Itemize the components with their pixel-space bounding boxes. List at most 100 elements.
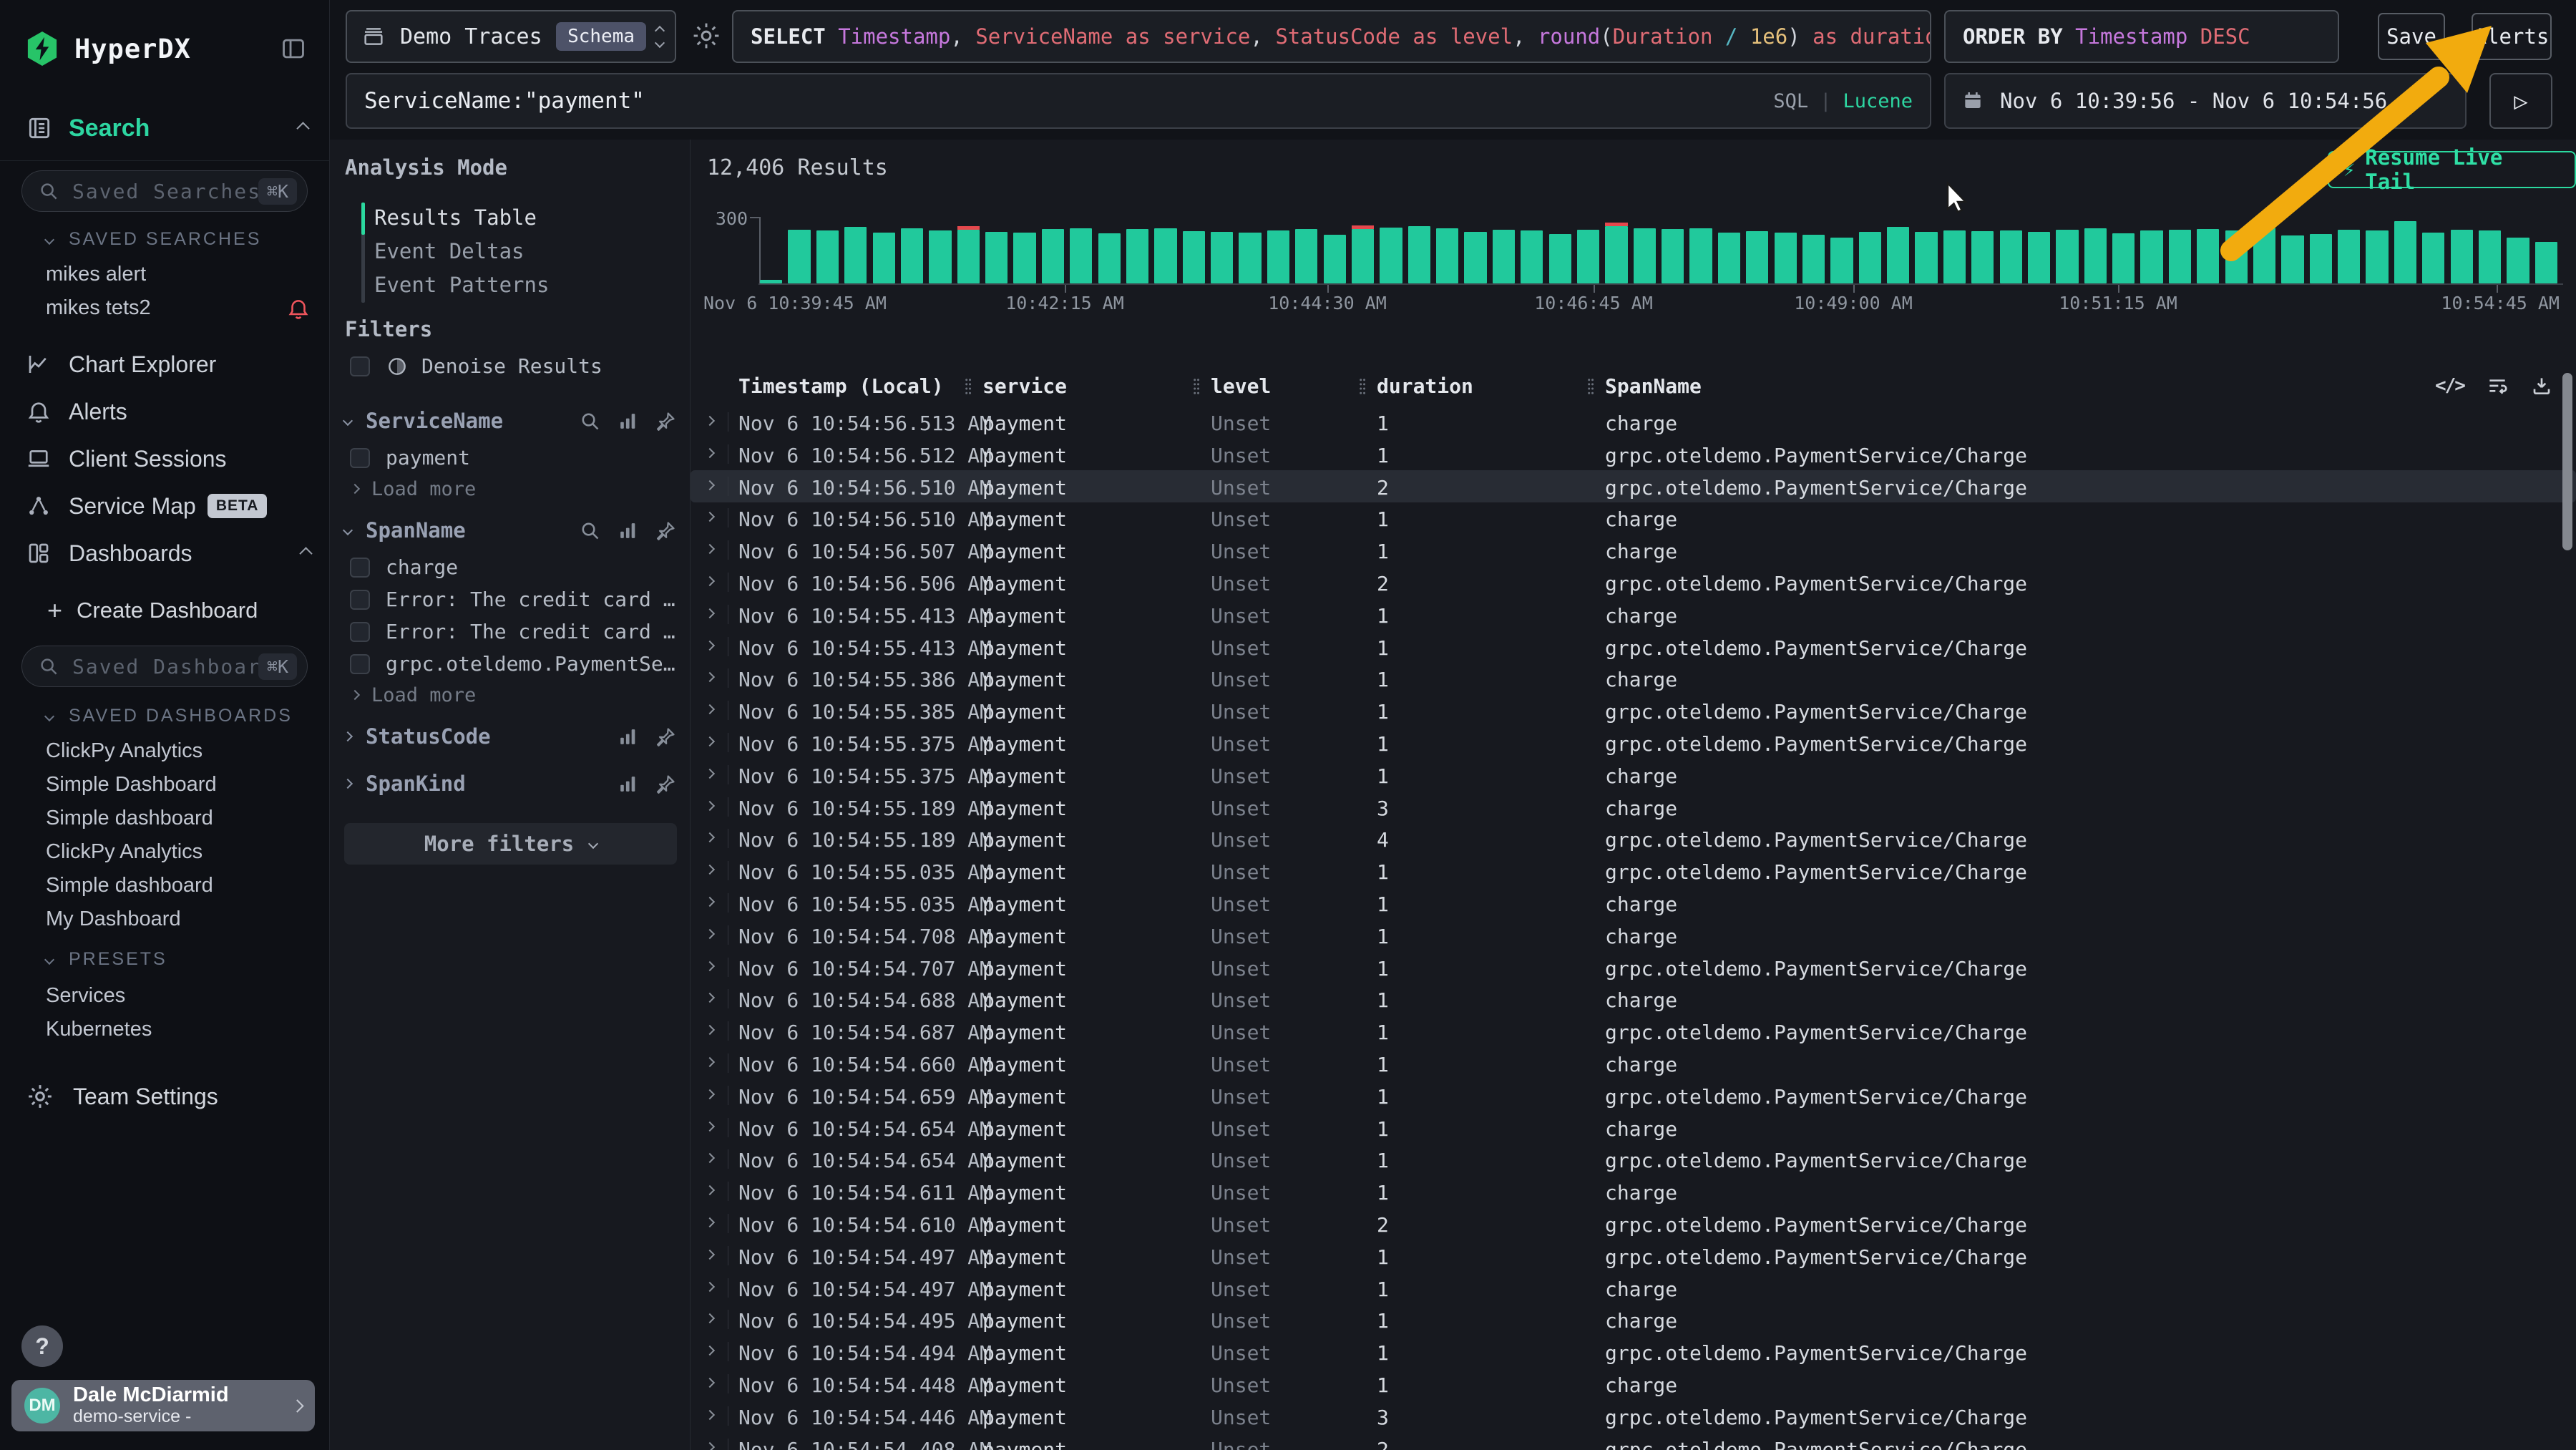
sidebar-saved-dashboard-item[interactable]: Simple Dashboard — [46, 768, 311, 802]
vertical-scrollbar[interactable] — [2562, 373, 2572, 550]
sidebar-saved-dashboard-item[interactable]: Simple dashboard — [46, 802, 311, 835]
filter-checkbox-item[interactable]: Error: The credit card … — [350, 615, 677, 648]
chart-bar[interactable] — [1042, 229, 1064, 283]
chart-bar[interactable] — [2084, 228, 2107, 283]
expand-row-icon[interactable] — [705, 672, 715, 682]
table-row[interactable]: Nov 6 10:54:55.189 AMpaymentUnset4grpc.o… — [691, 822, 2576, 855]
chart-bar[interactable] — [985, 232, 1008, 283]
source-settings-gear-icon[interactable] — [691, 20, 722, 52]
expand-row-icon[interactable] — [705, 641, 715, 651]
expand-row-icon[interactable] — [705, 1025, 715, 1035]
chart-bar[interactable] — [1183, 231, 1205, 283]
chart-bar[interactable] — [873, 233, 895, 283]
chart-bar[interactable] — [1324, 235, 1346, 283]
chart-bar[interactable] — [957, 230, 980, 283]
table-row[interactable]: Nov 6 10:54:54.446 AMpaymentUnset3grpc.o… — [691, 1400, 2576, 1432]
checkbox[interactable] — [350, 356, 370, 376]
column-header-spanname[interactable]: SpanName — [1605, 374, 1702, 398]
load-more-button[interactable]: Load more — [351, 474, 677, 504]
chart-bar[interactable] — [1521, 230, 1543, 283]
sidebar-item-team-settings[interactable]: Team Settings — [26, 1082, 218, 1111]
chart-bar[interactable] — [929, 230, 951, 283]
checkbox[interactable] — [350, 558, 370, 578]
expand-row-icon[interactable] — [705, 416, 715, 426]
sidebar-item-dashboards[interactable]: Dashboards — [26, 530, 311, 577]
sidebar-saved-dashboard-item[interactable]: My Dashboard — [46, 902, 311, 936]
chart-bar[interactable] — [816, 230, 839, 283]
column-drag-handle[interactable] — [1192, 376, 1201, 397]
filter-group-servicename[interactable]: ServiceName — [344, 400, 677, 442]
chart-bar[interactable] — [2169, 230, 2191, 283]
table-row[interactable]: Nov 6 10:54:55.035 AMpaymentUnset1charge — [691, 887, 2576, 919]
source-select[interactable]: Demo Traces Schema — [346, 10, 676, 63]
order-by-input[interactable]: ORDER BY Timestamp DESC — [1944, 10, 2339, 63]
chart-bar[interactable] — [2338, 230, 2360, 283]
expand-row-icon[interactable] — [705, 769, 715, 779]
chart-bar[interactable] — [2056, 230, 2078, 283]
expand-row-icon[interactable] — [705, 832, 715, 842]
mode-lucene[interactable]: Lucene — [1843, 90, 1913, 112]
expand-row-icon[interactable] — [705, 1313, 715, 1323]
table-row[interactable]: Nov 6 10:54:55.375 AMpaymentUnset1grpc.o… — [691, 726, 2576, 759]
denoise-results-toggle[interactable]: Denoise Results — [350, 354, 602, 378]
expand-row-icon[interactable] — [705, 1378, 715, 1388]
table-row[interactable]: Nov 6 10:54:54.659 AMpaymentUnset1grpc.o… — [691, 1079, 2576, 1111]
chart-bar[interactable] — [1070, 228, 1092, 283]
chart-bar[interactable] — [1464, 232, 1486, 283]
saved-searches-input[interactable]: Saved Searches ⌘K — [21, 170, 308, 212]
chart-bar[interactable] — [1943, 230, 1966, 283]
chart-bar[interactable] — [1126, 229, 1148, 283]
sidebar-saved-dashboard-item[interactable]: ClickPy Analytics — [46, 835, 311, 869]
chart-bar[interactable] — [2253, 228, 2275, 283]
chart-bar[interactable] — [1887, 227, 1909, 283]
chart-bar[interactable] — [2535, 242, 2557, 283]
checkbox[interactable] — [350, 448, 370, 468]
chart-bar[interactable] — [2197, 229, 2219, 283]
filter-checkbox-item[interactable]: grpc.oteldemo.PaymentSe… — [350, 648, 677, 680]
run-search-button[interactable]: ▷ — [2489, 73, 2552, 129]
table-row[interactable]: Nov 6 10:54:56.506 AMpaymentUnset2grpc.o… — [691, 566, 2576, 598]
column-config-icon[interactable]: </> — [2435, 375, 2464, 396]
expand-row-icon[interactable] — [705, 576, 715, 586]
sidebar-collapse-icon[interactable] — [279, 35, 308, 62]
table-row[interactable]: Nov 6 10:54:55.035 AMpaymentUnset1grpc.o… — [691, 855, 2576, 887]
chart-bar[interactable] — [2310, 234, 2332, 283]
chart-bar[interactable] — [2366, 230, 2388, 283]
chart-bar[interactable] — [2112, 233, 2135, 283]
expand-row-icon[interactable] — [705, 512, 715, 522]
table-row[interactable]: Nov 6 10:54:55.375 AMpaymentUnset1charge — [691, 759, 2576, 791]
table-row[interactable]: Nov 6 10:54:54.497 AMpaymentUnset1grpc.o… — [691, 1240, 2576, 1272]
chart-bar[interactable] — [1662, 229, 1684, 283]
chart-bar[interactable] — [901, 228, 923, 283]
saved-dashboards-header[interactable]: SAVED DASHBOARDS — [46, 706, 293, 726]
expand-row-icon[interactable] — [705, 448, 715, 458]
download-icon[interactable] — [2530, 374, 2553, 397]
table-row[interactable]: Nov 6 10:54:56.510 AMpaymentUnset2grpc.o… — [691, 470, 2576, 502]
chart-bar[interactable] — [2507, 238, 2529, 283]
checkbox[interactable] — [350, 654, 370, 674]
chart-bar[interactable] — [2479, 230, 2501, 283]
table-row[interactable]: Nov 6 10:54:56.513 AMpaymentUnset1charge — [691, 406, 2576, 438]
expand-row-icon[interactable] — [705, 1442, 715, 1450]
chart-bar[interactable] — [1830, 238, 1853, 283]
table-row[interactable]: Nov 6 10:54:54.495 AMpaymentUnset1charge — [691, 1303, 2576, 1335]
chart-bar[interactable] — [1689, 228, 1712, 283]
column-drag-handle[interactable] — [1358, 376, 1367, 397]
chart-bar[interactable] — [2394, 221, 2416, 283]
chart-bar[interactable] — [1971, 231, 1994, 283]
help-button[interactable]: ? — [21, 1325, 63, 1367]
column-header-duration[interactable]: duration — [1377, 374, 1473, 398]
expand-row-icon[interactable] — [705, 961, 715, 971]
table-row[interactable]: Nov 6 10:54:54.448 AMpaymentUnset1charge — [691, 1368, 2576, 1400]
table-row[interactable]: Nov 6 10:54:55.386 AMpaymentUnset1charge — [691, 662, 2576, 694]
expand-row-icon[interactable] — [705, 1282, 715, 1292]
table-row[interactable]: Nov 6 10:54:54.687 AMpaymentUnset1grpc.o… — [691, 1015, 2576, 1047]
chart-bar[interactable] — [1775, 233, 1797, 283]
sidebar-item-service-map[interactable]: Service MapBETA — [26, 482, 311, 530]
chart-bar[interactable] — [1859, 232, 1881, 283]
presets-header[interactable]: PRESETS — [46, 949, 167, 970]
expand-row-icon[interactable] — [705, 1057, 715, 1067]
chart-bar[interactable] — [1098, 233, 1121, 283]
chart-bar[interactable] — [1267, 230, 1289, 283]
sidebar-saved-search-item[interactable]: mikes tets2 — [46, 291, 311, 325]
